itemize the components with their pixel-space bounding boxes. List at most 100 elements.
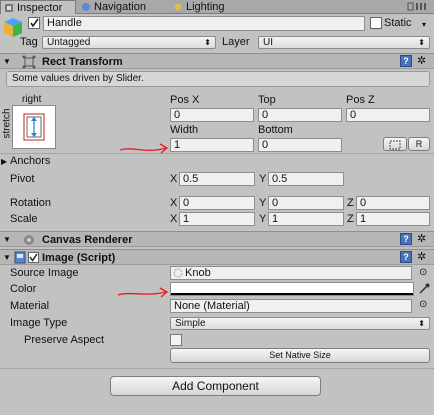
pivot-label: Pivot xyxy=(10,173,35,185)
divider xyxy=(0,153,434,154)
rect-transform-title: Rect Transform xyxy=(42,56,123,68)
image-enabled-checkbox[interactable] xyxy=(28,252,39,263)
static-checkbox[interactable] xyxy=(370,17,382,29)
rotation-x-input[interactable]: 0 xyxy=(179,196,255,210)
raw-edit-button[interactable]: R xyxy=(408,137,430,151)
rotation-label: Rotation xyxy=(10,197,51,209)
layer-label: Layer xyxy=(222,36,250,48)
tag-value: Untagged xyxy=(47,37,91,48)
preserve-aspect-label: Preserve Aspect xyxy=(24,334,105,346)
preserve-aspect-checkbox[interactable] xyxy=(170,334,182,346)
top-input[interactable]: 0 xyxy=(258,108,342,122)
rotation-y-label: Y xyxy=(259,197,267,209)
image-component-header[interactable]: ▼ Image (Script) ? ✲ xyxy=(0,249,434,265)
image-type-dropdown[interactable]: Simple ⬍ xyxy=(170,317,430,330)
rotation-x-label: X xyxy=(170,197,178,209)
pivot-y-label: Y xyxy=(259,173,267,185)
material-label: Material xyxy=(10,300,50,312)
pos-x-header: Pos X xyxy=(170,94,200,106)
foldout-arrow-icon[interactable]: ▼ xyxy=(3,235,11,245)
tab-label: Navigation xyxy=(94,1,146,13)
active-checkbox[interactable] xyxy=(28,17,40,29)
canvas-renderer-header[interactable]: ▼ Canvas Renderer ? ✲ xyxy=(0,231,434,247)
help-icon[interactable]: ? xyxy=(400,55,412,67)
anchors-label[interactable]: Anchors xyxy=(10,154,50,168)
pos-z-input[interactable]: 0 xyxy=(346,108,430,122)
static-label: Static xyxy=(384,17,412,29)
material-field[interactable]: None (Material) xyxy=(170,299,412,313)
image-type-label: Image Type xyxy=(10,317,68,329)
color-swatch[interactable] xyxy=(170,282,414,296)
dropdown-arrow-icon: ⬍ xyxy=(418,38,425,47)
rect-transform-header[interactable]: ▼ Rect Transform ? ✲ xyxy=(0,53,434,69)
pos-x-input[interactable]: 0 xyxy=(170,108,254,122)
set-native-size-button[interactable]: Set Native Size xyxy=(170,348,430,363)
panel-menu-icon[interactable] xyxy=(406,1,430,15)
scale-y-input[interactable]: 1 xyxy=(268,212,344,226)
object-picker-icon[interactable]: ⊙ xyxy=(419,267,427,278)
gameobject-name-input[interactable]: Handle xyxy=(43,16,365,31)
canvas-renderer-title: Canvas Renderer xyxy=(42,234,133,246)
rotation-y-input[interactable]: 0 xyxy=(268,196,344,210)
scale-label: Scale xyxy=(10,213,38,225)
annotation-arrow-color xyxy=(117,287,169,298)
inspector-icon xyxy=(4,3,14,13)
help-icon[interactable]: ? xyxy=(400,233,412,245)
eyedropper-icon[interactable] xyxy=(418,282,430,298)
divider xyxy=(0,368,434,369)
tab-inspector[interactable]: Inspector xyxy=(0,0,76,14)
source-image-label: Source Image xyxy=(10,267,79,279)
rect-transform-icon xyxy=(22,55,36,72)
tab-lighting[interactable]: Lighting xyxy=(170,0,250,14)
blueprint-mode-button[interactable] xyxy=(383,137,407,151)
image-type-value: Simple xyxy=(175,318,206,329)
top-header: Top xyxy=(258,94,276,106)
pivot-x-label: X xyxy=(170,173,178,185)
object-picker-icon[interactable]: ⊙ xyxy=(419,299,427,310)
image-component-icon xyxy=(14,251,26,267)
static-dropdown-arrow[interactable]: ▾ xyxy=(422,20,426,29)
rotation-z-input[interactable]: 0 xyxy=(356,196,430,210)
canvas-renderer-icon xyxy=(22,233,36,250)
annotation-arrow-width xyxy=(119,143,169,154)
pivot-y-input[interactable]: 0.5 xyxy=(268,172,344,186)
lighting-icon xyxy=(173,2,183,12)
anchor-preset-side-label: stretch xyxy=(1,108,13,139)
scale-x-label: X xyxy=(170,213,178,225)
foldout-arrow-icon[interactable]: ▼ xyxy=(3,57,11,67)
gear-icon[interactable]: ✲ xyxy=(417,251,426,263)
source-image-value: Knob xyxy=(185,267,211,279)
bottom-input[interactable]: 0 xyxy=(258,138,342,152)
gear-icon[interactable]: ✲ xyxy=(417,233,426,245)
pos-z-header: Pos Z xyxy=(346,94,375,106)
image-component-title: Image (Script) xyxy=(42,252,116,264)
dropdown-arrow-icon: ⬍ xyxy=(204,38,211,47)
add-component-button[interactable]: Add Component xyxy=(110,376,321,396)
scale-z-input[interactable]: 1 xyxy=(356,212,430,226)
foldout-arrow-icon[interactable]: ▼ xyxy=(3,253,11,263)
tab-navigation[interactable]: Navigation xyxy=(78,0,168,14)
bottom-header: Bottom xyxy=(258,124,293,136)
dropdown-arrow-icon: ⬍ xyxy=(418,319,425,328)
rotation-z-label: Z xyxy=(347,197,354,209)
sprite-icon xyxy=(173,268,183,279)
gear-icon[interactable]: ✲ xyxy=(417,55,426,67)
scale-y-label: Y xyxy=(259,213,267,225)
layer-dropdown[interactable]: UI ⬍ xyxy=(258,36,430,49)
scale-z-label: Z xyxy=(347,213,354,225)
navigation-icon xyxy=(81,2,91,12)
tag-label: Tag xyxy=(20,36,38,48)
anchor-presets-button[interactable] xyxy=(12,105,56,149)
width-input[interactable]: 1 xyxy=(170,138,254,152)
scale-x-input[interactable]: 1 xyxy=(179,212,255,226)
color-label: Color xyxy=(10,283,37,295)
pivot-x-input[interactable]: 0.5 xyxy=(179,172,255,186)
anchors-foldout-icon[interactable]: ▶ xyxy=(1,157,7,167)
layer-value: UI xyxy=(263,37,273,48)
tab-label: Lighting xyxy=(186,1,225,13)
source-image-field[interactable]: Knob xyxy=(170,266,412,280)
driven-info-box: Some values driven by Slider. xyxy=(6,71,430,87)
tag-dropdown[interactable]: Untagged ⬍ xyxy=(42,36,216,49)
help-icon[interactable]: ? xyxy=(400,251,412,263)
width-header: Width xyxy=(170,124,199,136)
